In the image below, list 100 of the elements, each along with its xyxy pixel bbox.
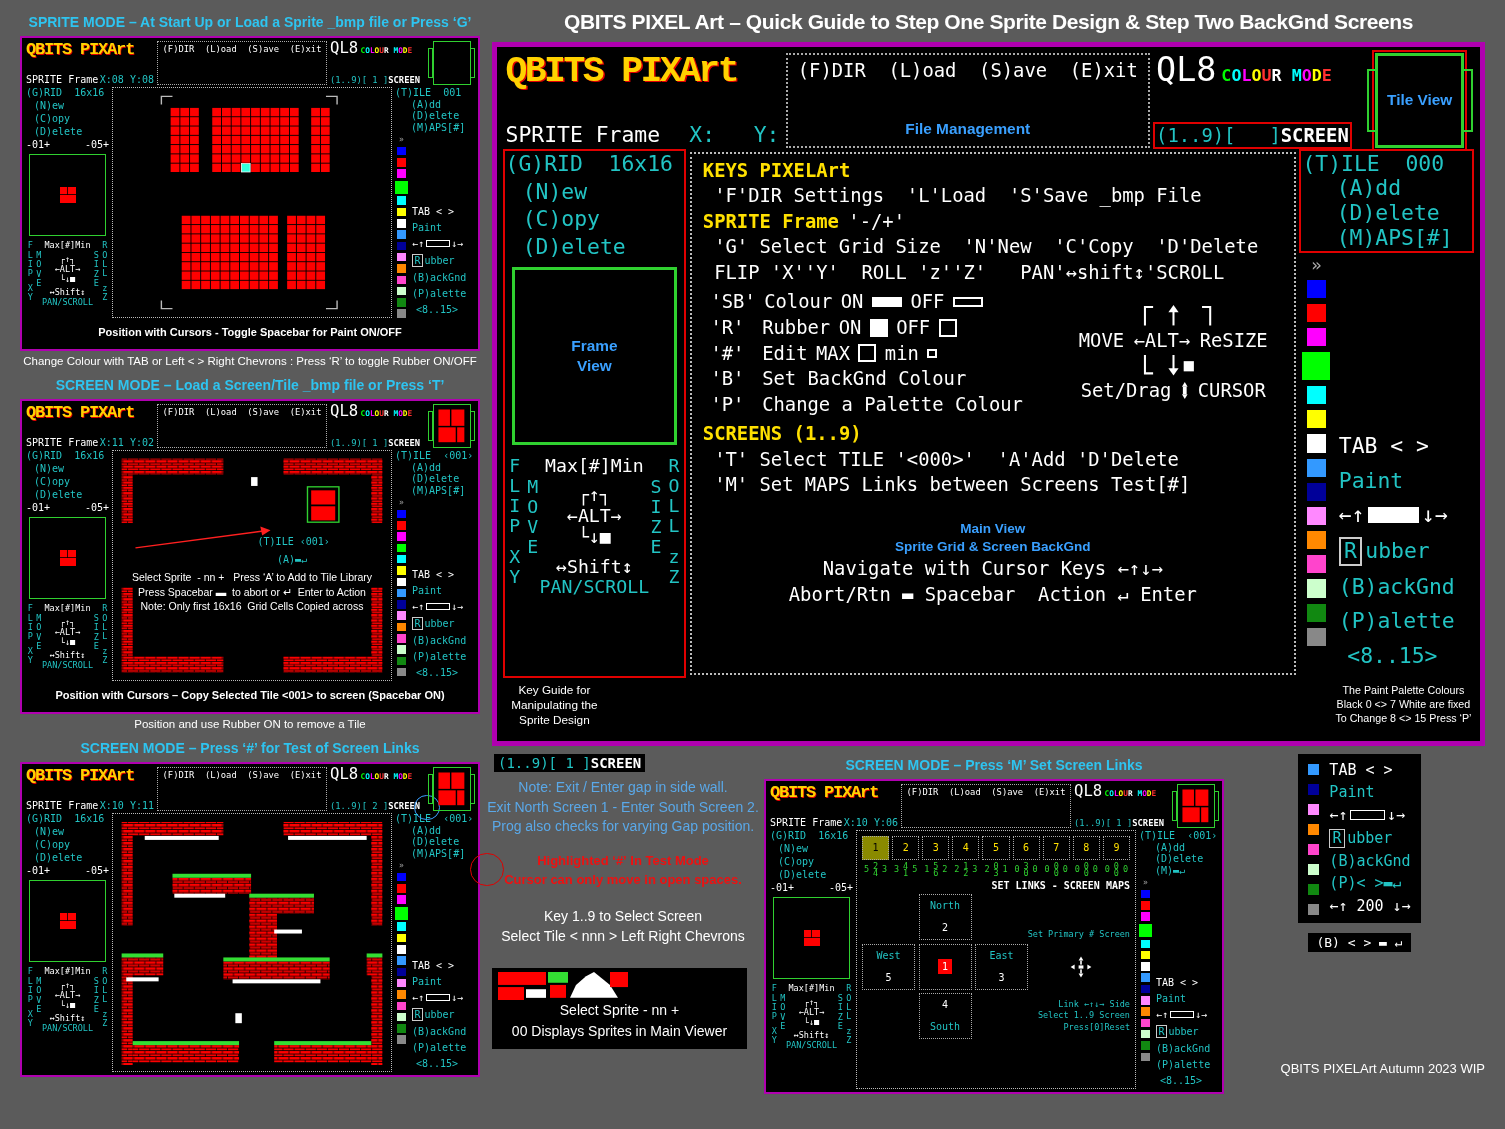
colour-swatch[interactable] bbox=[397, 600, 406, 609]
colour-swatch[interactable] bbox=[397, 207, 406, 217]
colour-swatch[interactable] bbox=[397, 577, 406, 587]
background-option[interactable]: (B)ackGnd bbox=[412, 1025, 474, 1037]
palette-option[interactable]: (P)alette bbox=[1338, 609, 1472, 635]
colour-swatch[interactable] bbox=[397, 509, 406, 519]
menu-option[interactable]: (C)opy bbox=[770, 856, 853, 868]
colour-swatch[interactable] bbox=[395, 180, 408, 194]
menu-option[interactable]: (D)elete bbox=[411, 836, 460, 847]
paint-toggle[interactable] bbox=[425, 602, 450, 610]
menu-option[interactable]: (D)elete bbox=[26, 126, 109, 138]
colour-swatch[interactable] bbox=[1306, 279, 1326, 298]
tile-option[interactable]: (T)ILE 000 bbox=[1302, 151, 1472, 177]
background-option[interactable]: (B)ackGnd bbox=[412, 634, 474, 646]
menu-option[interactable]: (N)ew bbox=[26, 100, 109, 112]
screen-link-box[interactable]: North 2 bbox=[918, 894, 972, 941]
colour-swatch[interactable] bbox=[1141, 1052, 1150, 1061]
tile-option[interactable]: (T)ILE 001 bbox=[395, 87, 474, 99]
colour-swatch[interactable] bbox=[1306, 627, 1326, 646]
colour-swatch[interactable] bbox=[1306, 555, 1326, 574]
colour-swatch[interactable] bbox=[397, 933, 406, 943]
palette-option[interactable]: (P)alette bbox=[412, 287, 474, 299]
colour-swatch[interactable] bbox=[397, 895, 406, 904]
colour-swatch[interactable] bbox=[1141, 950, 1150, 960]
colour-swatch[interactable] bbox=[397, 1001, 406, 1011]
rubber-key[interactable]: R bbox=[412, 616, 424, 630]
menu-option[interactable]: (M)APS[#] bbox=[411, 121, 466, 133]
colour-swatch[interactable] bbox=[397, 634, 406, 643]
colour-swatch[interactable] bbox=[1141, 973, 1150, 982]
grid-size-option[interactable]: (G)RID 16x16 bbox=[26, 87, 109, 99]
rubber-key[interactable]: R bbox=[412, 1007, 424, 1021]
menu-option[interactable]: (M)APS[#] bbox=[411, 484, 466, 496]
colour-swatch[interactable] bbox=[397, 230, 406, 239]
tile-option[interactable]: (T)ILE ‹001› bbox=[1139, 830, 1218, 842]
screen-link-box[interactable]: 4 South bbox=[918, 993, 972, 1040]
rubber-key[interactable]: R bbox=[1156, 1024, 1168, 1039]
background-option[interactable]: (B)ackGnd bbox=[1338, 575, 1472, 600]
colour-swatch[interactable] bbox=[397, 1024, 406, 1033]
menu-option[interactable]: (M)APS[#] bbox=[1336, 224, 1453, 250]
background-option[interactable]: (B)ackGnd bbox=[1156, 1042, 1218, 1055]
menu-option[interactable]: (A)dd bbox=[411, 461, 442, 473]
menu-option[interactable]: (D)elete bbox=[26, 852, 109, 864]
tile-option[interactable]: (T)ILE ‹001› bbox=[395, 450, 474, 462]
colour-swatch[interactable] bbox=[397, 532, 406, 541]
colour-swatch[interactable] bbox=[397, 158, 406, 167]
menu-option[interactable]: (A)dd bbox=[1336, 175, 1402, 201]
tile-option[interactable]: (T)ILE ‹001› bbox=[395, 813, 474, 825]
file-menu[interactable]: (F)DIR (L)oad (S)ave (E)xit bbox=[162, 44, 322, 55]
menu-option[interactable]: (D)elete bbox=[1336, 200, 1440, 226]
grid-size-option[interactable]: (G)RID 16x16 bbox=[505, 151, 684, 177]
screen-number-button[interactable]: 6 bbox=[1012, 836, 1040, 861]
colour-swatch[interactable] bbox=[1141, 901, 1150, 910]
menu-option[interactable]: (C)opy bbox=[505, 207, 684, 233]
menu-option[interactable]: (C)opy bbox=[26, 839, 109, 851]
screen-number-button[interactable]: 3 bbox=[922, 836, 950, 861]
colour-swatch[interactable] bbox=[397, 1035, 406, 1044]
colour-swatch[interactable] bbox=[397, 241, 406, 251]
colour-swatch[interactable] bbox=[397, 264, 406, 273]
rubber-key[interactable]: R bbox=[1338, 537, 1363, 566]
colour-swatch[interactable] bbox=[1141, 1041, 1150, 1050]
menu-option[interactable]: (N)ew bbox=[26, 826, 109, 838]
colour-swatch[interactable] bbox=[1141, 1029, 1150, 1039]
menu-option[interactable]: (A)dd bbox=[411, 824, 442, 836]
colour-swatch[interactable] bbox=[1139, 923, 1152, 937]
colour-swatch[interactable] bbox=[397, 169, 406, 178]
file-menu[interactable]: (F)DIR (L)oad (S)ave (E)xit bbox=[162, 407, 322, 418]
colour-swatch[interactable] bbox=[397, 645, 406, 654]
file-menu[interactable]: (F)DIR (L)oad (S)ave (E)xit bbox=[162, 770, 322, 781]
menu-option[interactable]: (N)ew bbox=[505, 179, 684, 205]
menu-option[interactable]: (D)elete bbox=[411, 110, 460, 121]
menu-option[interactable]: (D)elete bbox=[1155, 853, 1204, 865]
colour-swatch[interactable] bbox=[1141, 1007, 1150, 1016]
paint-toggle[interactable] bbox=[1367, 507, 1419, 523]
grid-size-option[interactable]: (G)RID 16x16 bbox=[26, 450, 109, 462]
colour-swatch[interactable] bbox=[1306, 603, 1326, 622]
colour-swatch[interactable] bbox=[397, 656, 406, 666]
colour-swatch[interactable] bbox=[397, 1012, 406, 1022]
screen-number-button[interactable]: 2 bbox=[892, 836, 920, 861]
colour-swatch[interactable] bbox=[397, 978, 406, 988]
colour-swatch[interactable] bbox=[1141, 889, 1150, 899]
colour-swatch[interactable] bbox=[397, 219, 406, 228]
colour-swatch[interactable] bbox=[397, 990, 406, 999]
colour-swatch[interactable] bbox=[1306, 506, 1326, 526]
colour-swatch[interactable] bbox=[397, 555, 406, 564]
colour-swatch[interactable] bbox=[397, 275, 406, 285]
colour-swatch[interactable] bbox=[397, 945, 406, 954]
colour-swatch[interactable] bbox=[397, 286, 406, 296]
menu-option[interactable]: (M)APS[#] bbox=[411, 847, 466, 859]
palette-option[interactable]: (P)alette bbox=[412, 1041, 474, 1053]
colour-swatch[interactable] bbox=[397, 611, 406, 620]
menu-option[interactable]: (D)elete bbox=[505, 235, 684, 260]
colour-swatch[interactable] bbox=[1141, 1018, 1150, 1028]
colour-swatch[interactable] bbox=[397, 956, 406, 965]
colour-swatch[interactable] bbox=[1306, 531, 1326, 550]
paint-toggle[interactable] bbox=[425, 993, 450, 1001]
screen-link-box[interactable]: West 5 bbox=[862, 943, 915, 990]
screen-number-button[interactable]: 5 bbox=[982, 836, 1010, 861]
colour-swatch[interactable] bbox=[1141, 996, 1150, 1005]
menu-option[interactable]: (A)dd bbox=[411, 98, 442, 110]
colour-swatch[interactable] bbox=[397, 196, 406, 205]
